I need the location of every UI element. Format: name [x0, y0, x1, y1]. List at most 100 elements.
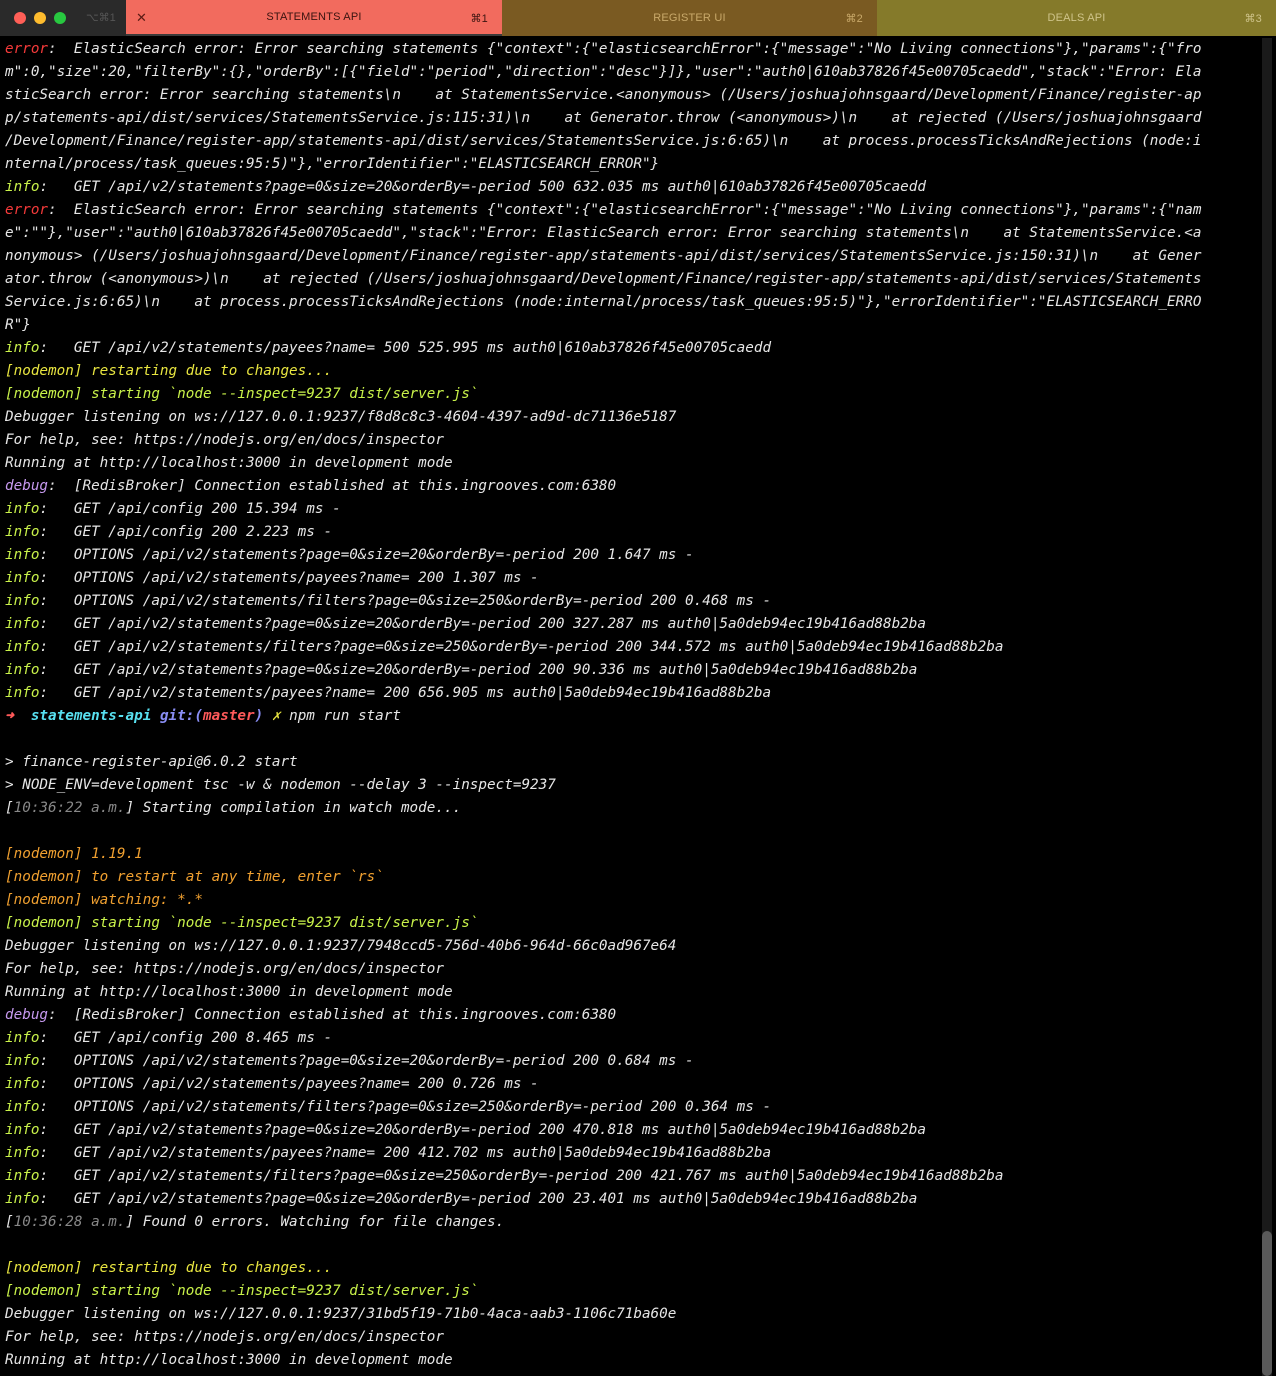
- terminal-text: : GET /api/config 200 8.465 ms -: [39, 1030, 333, 1046]
- terminal-line: [nodemon] watching: *.*: [5, 889, 1262, 912]
- terminal-text: debug: [5, 478, 49, 494]
- terminal-line: [nodemon] restarting due to changes...: [5, 360, 1262, 383]
- terminal-line: ➜ statements-api git:(master) ✗ npm run …: [5, 705, 1262, 728]
- terminal-text: : GET /api/v2/statements?page=0&size=20&…: [39, 616, 927, 632]
- terminal-line: Running at http://localhost:3000 in deve…: [5, 981, 1262, 1004]
- terminal-text: info: [5, 524, 40, 540]
- terminal-text: : GET /api/v2/statements/payees?name= 20…: [39, 685, 772, 701]
- terminal-text: npm run start: [280, 708, 401, 724]
- terminal-text: : GET /api/v2/statements?page=0&size=20&…: [39, 662, 918, 678]
- terminal-line: info: GET /api/v2/statements/payees?name…: [5, 337, 1262, 360]
- terminal-line: error: ElasticSearch error: Error search…: [5, 199, 1262, 222]
- terminal-line: info: GET /api/config 200 8.465 ms -: [5, 1027, 1262, 1050]
- terminal-line: [nodemon] to restart at any time, enter …: [5, 866, 1262, 889]
- window-controls: ⌥⌘1: [0, 0, 126, 36]
- terminal-line: debug: [RedisBroker] Connection establis…: [5, 1004, 1262, 1027]
- terminal-line: [nodemon] 1.19.1: [5, 843, 1262, 866]
- terminal-line: info: GET /api/v2/statements/filters?pag…: [5, 636, 1262, 659]
- terminal-text: info: [5, 1122, 40, 1138]
- terminal-line: info: GET /api/v2/statements?page=0&size…: [5, 1119, 1262, 1142]
- terminal-text: info: [5, 1168, 40, 1184]
- terminal-text: statements-api: [22, 708, 160, 724]
- terminal-text: master: [203, 708, 255, 724]
- terminal-line: info: GET /api/config 200 15.394 ms -: [5, 498, 1262, 521]
- zoom-window-button[interactable]: [54, 12, 66, 24]
- terminal-text: : GET /api/v2/statements?page=0&size=20&…: [39, 1122, 927, 1138]
- terminal-text: : [RedisBroker] Connection established a…: [48, 1007, 617, 1023]
- terminal-text: Debugger listening on ws://127.0.0.1:923…: [5, 938, 677, 954]
- terminal-text: : OPTIONS /api/v2/statements?page=0&size…: [39, 547, 694, 563]
- terminal-line: [10:36:22 a.m.] Starting compilation in …: [5, 797, 1262, 820]
- terminal-line: [10:36:28 a.m.] Found 0 errors. Watching…: [5, 1211, 1262, 1234]
- terminal-line: [nodemon] starting `node --inspect=9237 …: [5, 383, 1262, 406]
- terminal-line: /Development/Finance/register-app/statem…: [5, 130, 1262, 153]
- terminal-line: R"}: [5, 314, 1262, 337]
- terminal-line: info: GET /api/v2/statements?page=0&size…: [5, 613, 1262, 636]
- terminal-text: [nodemon] watching: *.*: [5, 892, 203, 908]
- close-window-button[interactable]: [14, 12, 26, 24]
- terminal-line: m":0,"size":20,"filterBy":{},"orderBy":[…: [5, 61, 1262, 84]
- terminal-text: : GET /api/v2/statements/payees?name= 20…: [39, 1145, 772, 1161]
- terminal-text: info: [5, 639, 40, 655]
- terminal-line: Running at http://localhost:3000 in deve…: [5, 452, 1262, 475]
- terminal-text: ator.throw (<anonymous>)\n at rejected (…: [5, 271, 1202, 287]
- terminal-text: [: [5, 1214, 14, 1230]
- terminal-text: [nodemon] to restart at any time, enter …: [5, 869, 384, 885]
- terminal-text: ] Starting compilation in watch mode...: [125, 800, 462, 816]
- terminal-text: : GET /api/v2/statements/payees?name= 50…: [39, 340, 772, 356]
- terminal-line: info: OPTIONS /api/v2/statements/filters…: [5, 1096, 1262, 1119]
- terminal-line: info: GET /api/v2/statements/filters?pag…: [5, 1165, 1262, 1188]
- terminal-text: : OPTIONS /api/v2/statements/filters?pag…: [39, 1099, 772, 1115]
- tab-register-ui[interactable]: REGISTER UI ⌘2: [502, 0, 877, 36]
- close-tab-icon[interactable]: ✕: [136, 10, 147, 26]
- hidden-tab-shortcut: ⌥⌘1: [86, 12, 116, 24]
- terminal-line: info: OPTIONS /api/v2/statements/filters…: [5, 590, 1262, 613]
- terminal-text: info: [5, 616, 40, 632]
- terminal-line: Service.js:6:65)\n at process.processTic…: [5, 291, 1262, 314]
- terminal-text: ] Found 0 errors. Watching for file chan…: [125, 1214, 505, 1230]
- terminal-line: info: GET /api/v2/statements?page=0&size…: [5, 1188, 1262, 1211]
- terminal-output[interactable]: error: ElasticSearch error: Error search…: [0, 38, 1262, 1376]
- terminal-line: info: GET /api/v2/statements?page=0&size…: [5, 176, 1262, 199]
- terminal-text: e":""},"user":"auth0|610ab37826f45e00705…: [5, 225, 1202, 241]
- terminal-text: : OPTIONS /api/v2/statements/payees?name…: [39, 1076, 539, 1092]
- scrollbar-thumb[interactable]: [1262, 1231, 1272, 1376]
- terminal-text: info: [5, 179, 40, 195]
- terminal-text: [nodemon] restarting due to changes...: [5, 363, 333, 379]
- terminal-text: Running at http://localhost:3000 in deve…: [5, 1352, 453, 1368]
- terminal-line: For help, see: https://nodejs.org/en/doc…: [5, 429, 1262, 452]
- terminal-line: error: ElasticSearch error: Error search…: [5, 38, 1262, 61]
- terminal-text: ): [254, 708, 264, 724]
- terminal-line: p/statements-api/dist/services/Statement…: [5, 107, 1262, 130]
- scrollbar[interactable]: [1262, 38, 1272, 1376]
- terminal-text: : [RedisBroker] Connection established a…: [48, 478, 617, 494]
- terminal-text: : GET /api/config 200 2.223 ms -: [39, 524, 333, 540]
- tab-deals-api[interactable]: DEALS API ⌘3: [877, 0, 1276, 36]
- terminal-text: : GET /api/v2/statements?page=0&size=20&…: [39, 1191, 918, 1207]
- terminal-line: nonymous> (/Users/joshuajohnsgaard/Devel…: [5, 245, 1262, 268]
- terminal-text: Debugger listening on ws://127.0.0.1:923…: [5, 1306, 677, 1322]
- terminal-text: 10:36:28 a.m.: [13, 1214, 126, 1230]
- terminal-line: info: GET /api/config 200 2.223 ms -: [5, 521, 1262, 544]
- terminal-text: : OPTIONS /api/v2/statements?page=0&size…: [39, 1053, 694, 1069]
- terminal-text: p/statements-api/dist/services/Statement…: [5, 110, 1202, 126]
- tab-bar: ⌥⌘1 ✕ STATEMENTS API ⌘1 REGISTER UI ⌘2 D…: [0, 0, 1276, 36]
- terminal-text: : GET /api/v2/statements/filters?page=0&…: [39, 639, 1004, 655]
- terminal-text: [: [5, 800, 14, 816]
- tab-shortcut: ⌘1: [470, 13, 488, 25]
- terminal-line: info: OPTIONS /api/v2/statements/payees?…: [5, 567, 1262, 590]
- terminal-text: : ElasticSearch error: Error searching s…: [48, 202, 1202, 218]
- tab-statements-api[interactable]: ✕ STATEMENTS API ⌘1: [126, 0, 502, 36]
- terminal-text: For help, see: https://nodejs.org/en/doc…: [5, 1329, 444, 1345]
- terminal-line: [nodemon] starting `node --inspect=9237 …: [5, 912, 1262, 935]
- terminal-line: info: GET /api/v2/statements/payees?name…: [5, 682, 1262, 705]
- terminal-line: > finance-register-api@6.0.2 start: [5, 751, 1262, 774]
- minimize-window-button[interactable]: [34, 12, 46, 24]
- terminal-text: Running at http://localhost:3000 in deve…: [5, 984, 453, 1000]
- terminal-text: info: [5, 501, 40, 517]
- terminal-text: info: [5, 1099, 40, 1115]
- terminal-text: > NODE_ENV=development tsc -w & nodemon …: [5, 777, 556, 793]
- terminal-text: info: [5, 570, 40, 586]
